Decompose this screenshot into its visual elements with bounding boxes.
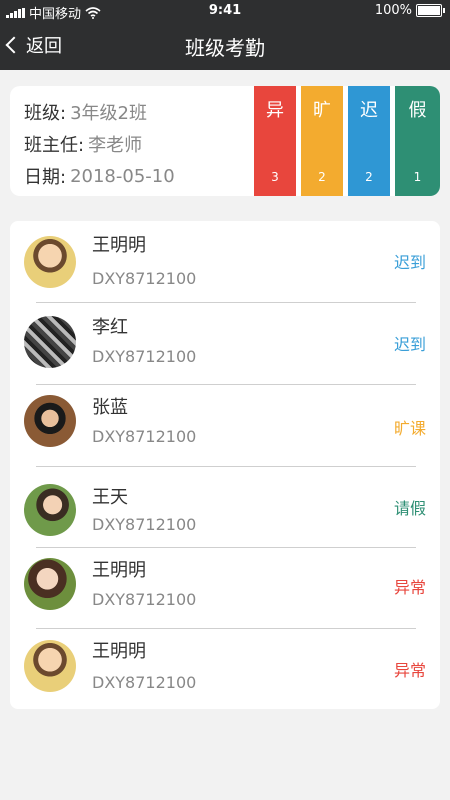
student-id: DXY8712100 bbox=[92, 590, 197, 609]
avatar bbox=[24, 558, 76, 610]
stat-late[interactable]: 迟 2 bbox=[348, 86, 390, 196]
student-id: DXY8712100 bbox=[92, 427, 197, 446]
student-list: 王明明 DXY8712100 迟到 李红 DXY8712100 迟到 张蓝 DX… bbox=[10, 221, 440, 709]
avatar bbox=[24, 640, 76, 692]
date-value: 2018-05-10 bbox=[70, 165, 175, 187]
list-item[interactable]: 王明明 DXY8712100 异常 bbox=[10, 548, 440, 630]
class-value: 3年级2班 bbox=[70, 103, 147, 124]
student-name: 李红 bbox=[92, 317, 128, 338]
status-badge: 迟到 bbox=[393, 253, 426, 272]
student-id: DXY8712100 bbox=[92, 269, 197, 288]
date-label: 日期: bbox=[24, 167, 67, 188]
avatar bbox=[24, 316, 76, 368]
avatar bbox=[24, 395, 76, 447]
stat-leave-count: 1 bbox=[413, 170, 422, 184]
date-row: 日期: 2018-05-10 bbox=[24, 160, 175, 192]
nav-bar: 返回 班级考勤 bbox=[0, 22, 450, 70]
avatar bbox=[24, 484, 76, 536]
battery-status: 100% bbox=[374, 3, 445, 18]
class-label: 班级: bbox=[24, 103, 67, 124]
student-id: DXY8712100 bbox=[92, 347, 197, 366]
battery-icon bbox=[416, 4, 445, 17]
student-name: 王明明 bbox=[92, 235, 146, 256]
list-item[interactable]: 李红 DXY8712100 迟到 bbox=[10, 303, 440, 385]
class-info-card: 班级: 3年级2班 班主任: 李老师 日期: 2018-05-10 异 3 旷 … bbox=[10, 86, 440, 196]
class-row: 班级: 3年级2班 bbox=[24, 96, 175, 128]
status-badge: 请假 bbox=[393, 499, 426, 518]
stat-abnormal-label: 异 bbox=[266, 100, 284, 121]
student-name: 张蓝 bbox=[92, 397, 128, 418]
student-id: DXY8712100 bbox=[92, 515, 197, 534]
status-badge: 旷课 bbox=[393, 419, 426, 438]
list-item[interactable]: 王明明 DXY8712100 异常 bbox=[10, 629, 440, 709]
teacher-row: 班主任: 李老师 bbox=[24, 128, 175, 160]
page-title: 班级考勤 bbox=[185, 36, 265, 60]
stat-truant-label: 旷 bbox=[313, 100, 331, 121]
stat-truant-count: 2 bbox=[318, 170, 326, 184]
avatar bbox=[24, 236, 76, 288]
teacher-value: 李老师 bbox=[88, 135, 143, 156]
status-badge: 异常 bbox=[393, 578, 426, 597]
stat-leave[interactable]: 假 1 bbox=[395, 86, 440, 196]
student-id: DXY8712100 bbox=[92, 673, 197, 692]
student-name: 王天 bbox=[92, 487, 128, 508]
teacher-label: 班主任: bbox=[24, 135, 85, 156]
list-item[interactable]: 王明明 DXY8712100 迟到 bbox=[10, 221, 440, 303]
status-badge: 迟到 bbox=[393, 335, 426, 354]
stat-abnormal-count: 3 bbox=[271, 170, 279, 184]
battery-percent: 100% bbox=[374, 3, 412, 18]
status-badge: 异常 bbox=[393, 661, 426, 680]
stat-abnormal[interactable]: 异 3 bbox=[254, 86, 296, 196]
stat-late-label: 迟 bbox=[360, 100, 378, 121]
stat-truant[interactable]: 旷 2 bbox=[301, 86, 343, 196]
status-bar: 中国移动 9:41 100% bbox=[0, 0, 450, 22]
student-name: 王明明 bbox=[92, 641, 146, 662]
list-item[interactable]: 王天 DXY8712100 请假 bbox=[10, 467, 440, 549]
stat-late-count: 2 bbox=[365, 170, 373, 184]
list-item[interactable]: 张蓝 DXY8712100 旷课 bbox=[10, 385, 440, 467]
stat-leave-label: 假 bbox=[408, 100, 427, 121]
student-name: 王明明 bbox=[92, 560, 146, 581]
